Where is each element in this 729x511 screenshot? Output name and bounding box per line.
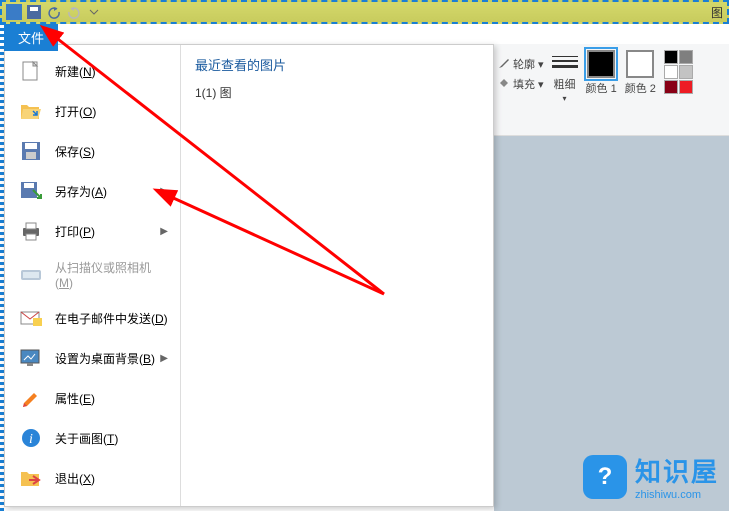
menu-item-label: 在电子邮件中发送(D)	[55, 310, 168, 327]
menu-item-9[interactable]: i 关于画图(T)	[5, 418, 180, 458]
menu-item-label: 新建(N)	[55, 63, 168, 80]
email-icon	[17, 306, 45, 330]
save-as-icon	[17, 179, 45, 203]
menu-item-10[interactable]: 退出(X)	[5, 458, 180, 498]
ribbon-section: 轮廓 ▾ 填充 ▾ 粗细 ▾ 颜色 1 颜色 2	[494, 44, 729, 136]
save-qat-icon[interactable]	[26, 4, 42, 20]
file-menu-list: 新建(N)打开(O)保存(S)另存为(A)▶打印(P)▶从扫描仪或照相机(M)在…	[5, 45, 181, 506]
palette-color[interactable]	[679, 65, 693, 79]
menu-item-label: 关于画图(T)	[55, 430, 168, 447]
menu-item-label: 打开(O)	[55, 103, 168, 120]
color2-group[interactable]: 颜色 2	[625, 50, 656, 96]
submenu-arrow-icon: ▶	[160, 186, 168, 197]
new-doc-icon	[17, 59, 45, 83]
print-icon	[17, 219, 45, 243]
submenu-arrow-icon: ▶	[160, 353, 168, 364]
color1-group[interactable]: 颜色 1	[586, 50, 617, 96]
menu-item-label: 保存(S)	[55, 143, 168, 160]
thickness-icon	[552, 50, 578, 74]
undo-icon[interactable]	[46, 4, 62, 20]
pencil-icon	[498, 57, 510, 72]
menu-item-label: 设置为桌面背景(B)	[55, 350, 160, 367]
qat-dropdown-icon[interactable]	[86, 4, 102, 20]
menu-item-label: 属性(E)	[55, 390, 168, 407]
menu-item-3[interactable]: 另存为(A)▶	[5, 171, 180, 211]
thickness-group[interactable]: 粗细 ▾	[552, 50, 578, 103]
fill-button[interactable]: 填充 ▾	[498, 76, 544, 92]
menu-item-4[interactable]: 打印(P)▶	[5, 211, 180, 251]
chevron-down-icon: ▾	[538, 58, 544, 71]
open-folder-icon	[17, 99, 45, 123]
menu-item-label: 退出(X)	[55, 470, 168, 487]
file-tab-label: 文件	[18, 31, 44, 46]
color-palette[interactable]	[664, 50, 693, 94]
palette-color[interactable]	[679, 80, 693, 94]
app-icon	[6, 4, 22, 20]
exit-icon	[17, 466, 45, 490]
watermark-badge: ?	[583, 455, 627, 499]
file-menu: 新建(N)打开(O)保存(S)另存为(A)▶打印(P)▶从扫描仪或照相机(M)在…	[4, 44, 494, 507]
recent-title: 最近查看的图片	[195, 55, 479, 74]
palette-color[interactable]	[664, 80, 678, 94]
menu-item-8[interactable]: 属性(E)	[5, 378, 180, 418]
bucket-icon	[498, 77, 510, 92]
menu-item-5: 从扫描仪或照相机(M)	[5, 251, 180, 298]
outline-button[interactable]: 轮廓 ▾	[498, 56, 544, 72]
color1-swatch	[587, 50, 615, 78]
palette-color[interactable]	[664, 65, 678, 79]
menu-item-label: 另存为(A)	[55, 183, 160, 200]
svg-text:i: i	[29, 432, 33, 447]
color2-swatch	[626, 50, 654, 78]
shape-options: 轮廓 ▾ 填充 ▾	[498, 50, 544, 92]
scanner-icon	[17, 263, 45, 287]
recent-panel: 最近查看的图片 1(1) 图	[181, 45, 493, 506]
chevron-down-icon: ▾	[538, 78, 544, 91]
window-title: 图	[711, 4, 723, 21]
title-bar: 图	[0, 0, 729, 24]
watermark: ? 知识屋 zhishiwu.com	[583, 452, 719, 501]
save-icon	[17, 139, 45, 163]
recent-item[interactable]: 1(1) 图	[195, 84, 479, 101]
menu-item-label: 打印(P)	[55, 223, 160, 240]
redo-icon[interactable]	[66, 4, 82, 20]
menu-item-label: 从扫描仪或照相机(M)	[55, 259, 168, 290]
properties-icon	[17, 386, 45, 410]
palette-color[interactable]	[679, 50, 693, 64]
watermark-text: 知识屋 zhishiwu.com	[635, 452, 719, 501]
file-tab[interactable]: 文件	[4, 24, 58, 51]
desktop-bg-icon	[17, 346, 45, 370]
menu-item-0[interactable]: 新建(N)	[5, 51, 180, 91]
chevron-down-icon: ▾	[563, 94, 567, 103]
menu-item-7[interactable]: 设置为桌面背景(B)▶	[5, 338, 180, 378]
menu-item-2[interactable]: 保存(S)	[5, 131, 180, 171]
about-icon: i	[17, 426, 45, 450]
menu-item-1[interactable]: 打开(O)	[5, 91, 180, 131]
menu-item-6[interactable]: 在电子邮件中发送(D)	[5, 298, 180, 338]
submenu-arrow-icon: ▶	[160, 226, 168, 237]
palette-color[interactable]	[664, 50, 678, 64]
